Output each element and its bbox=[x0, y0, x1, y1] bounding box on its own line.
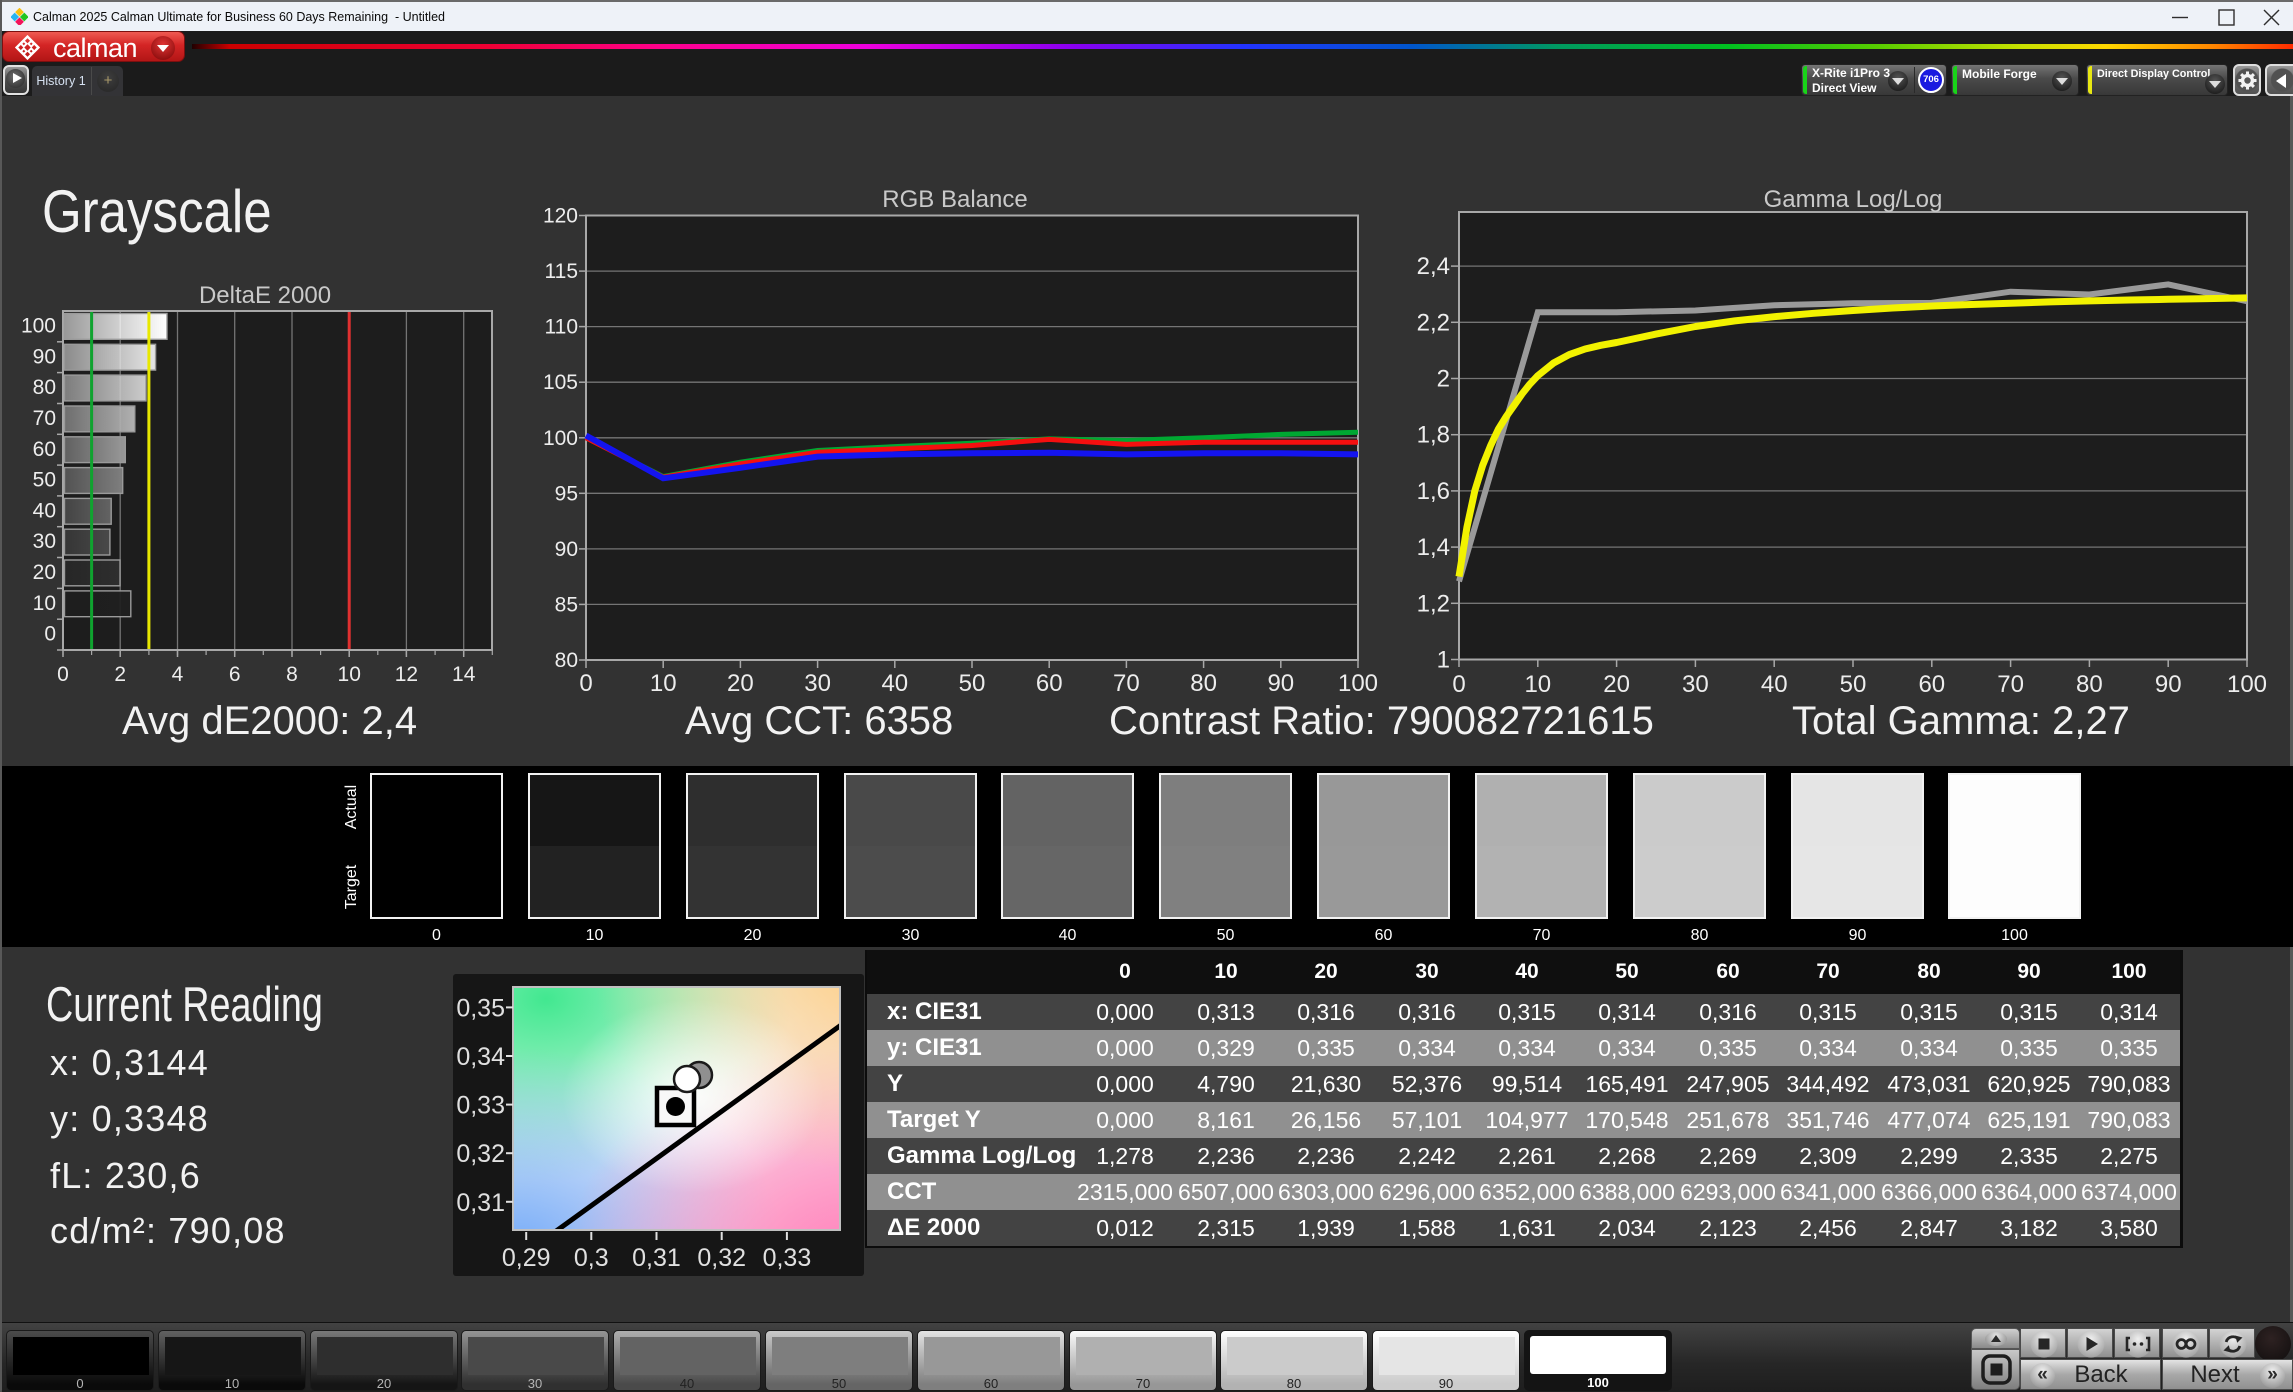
svg-text:1,6: 1,6 bbox=[1417, 478, 1450, 505]
svg-text:0,35: 0,35 bbox=[456, 994, 505, 1022]
svg-text:0,31: 0,31 bbox=[632, 1244, 681, 1272]
svg-text:100: 100 bbox=[2227, 671, 2267, 698]
svg-text:14: 14 bbox=[452, 663, 476, 686]
svg-text:1: 1 bbox=[1437, 647, 1450, 674]
svg-text:105: 105 bbox=[543, 371, 578, 394]
svg-text:RGB Balance: RGB Balance bbox=[882, 186, 1027, 213]
svg-text:30: 30 bbox=[1682, 671, 1709, 698]
svg-text:20: 20 bbox=[727, 670, 754, 697]
svg-text:10: 10 bbox=[1524, 671, 1551, 698]
svg-text:50: 50 bbox=[1840, 671, 1867, 698]
svg-text:0: 0 bbox=[57, 663, 69, 686]
svg-text:60: 60 bbox=[1036, 670, 1063, 697]
svg-text:90: 90 bbox=[33, 345, 56, 368]
svg-text:0,34: 0,34 bbox=[456, 1043, 505, 1071]
svg-text:100: 100 bbox=[21, 315, 56, 338]
svg-text:80: 80 bbox=[1190, 670, 1217, 697]
svg-text:100: 100 bbox=[1338, 670, 1378, 697]
svg-text:10: 10 bbox=[33, 592, 56, 615]
svg-text:1,2: 1,2 bbox=[1417, 590, 1450, 617]
svg-text:90: 90 bbox=[555, 538, 578, 561]
svg-text:0: 0 bbox=[579, 670, 592, 697]
svg-text:10: 10 bbox=[338, 663, 361, 686]
svg-text:2: 2 bbox=[114, 663, 126, 686]
svg-text:50: 50 bbox=[959, 670, 986, 697]
svg-text:8: 8 bbox=[286, 663, 298, 686]
svg-text:110: 110 bbox=[545, 316, 578, 339]
svg-text:0,33: 0,33 bbox=[456, 1092, 505, 1120]
svg-text:60: 60 bbox=[33, 438, 56, 461]
svg-text:100: 100 bbox=[543, 427, 578, 450]
svg-text:20: 20 bbox=[33, 561, 56, 584]
svg-text:2,2: 2,2 bbox=[1417, 309, 1450, 336]
svg-text:6: 6 bbox=[229, 663, 241, 686]
svg-text:30: 30 bbox=[33, 530, 56, 553]
svg-text:50: 50 bbox=[33, 469, 56, 492]
svg-text:0: 0 bbox=[1452, 671, 1465, 698]
svg-text:10: 10 bbox=[650, 670, 677, 697]
svg-text:DeltaE 2000: DeltaE 2000 bbox=[199, 282, 331, 309]
svg-text:12: 12 bbox=[395, 663, 418, 686]
svg-text:60: 60 bbox=[1918, 671, 1945, 698]
svg-text:20: 20 bbox=[1603, 671, 1630, 698]
svg-text:0,29: 0,29 bbox=[502, 1244, 551, 1272]
svg-text:Gamma Log/Log: Gamma Log/Log bbox=[1764, 186, 1943, 213]
svg-text:90: 90 bbox=[2155, 671, 2182, 698]
svg-text:0,31: 0,31 bbox=[456, 1189, 505, 1217]
svg-text:70: 70 bbox=[1997, 671, 2024, 698]
svg-text:80: 80 bbox=[555, 649, 578, 672]
svg-text:0: 0 bbox=[44, 623, 56, 646]
svg-text:80: 80 bbox=[2076, 671, 2103, 698]
svg-text:80: 80 bbox=[33, 376, 56, 399]
svg-text:40: 40 bbox=[881, 670, 908, 697]
svg-text:40: 40 bbox=[33, 499, 56, 522]
svg-text:4: 4 bbox=[172, 663, 184, 686]
svg-text:0,32: 0,32 bbox=[456, 1140, 505, 1168]
svg-text:120: 120 bbox=[543, 205, 578, 228]
svg-text:95: 95 bbox=[555, 482, 578, 505]
svg-text:70: 70 bbox=[1113, 670, 1140, 697]
svg-text:1,8: 1,8 bbox=[1417, 422, 1450, 449]
svg-text:2,4: 2,4 bbox=[1417, 253, 1450, 280]
svg-text:40: 40 bbox=[1761, 671, 1788, 698]
svg-text:115: 115 bbox=[545, 260, 578, 283]
svg-text:90: 90 bbox=[1267, 670, 1294, 697]
svg-text:70: 70 bbox=[33, 407, 56, 430]
svg-text:0,32: 0,32 bbox=[697, 1244, 746, 1272]
svg-text:1,4: 1,4 bbox=[1417, 534, 1450, 561]
svg-text:85: 85 bbox=[555, 593, 578, 616]
svg-text:2: 2 bbox=[1437, 366, 1450, 393]
svg-text:0,33: 0,33 bbox=[763, 1244, 812, 1272]
svg-text:0,3: 0,3 bbox=[574, 1244, 609, 1272]
svg-text:30: 30 bbox=[804, 670, 831, 697]
